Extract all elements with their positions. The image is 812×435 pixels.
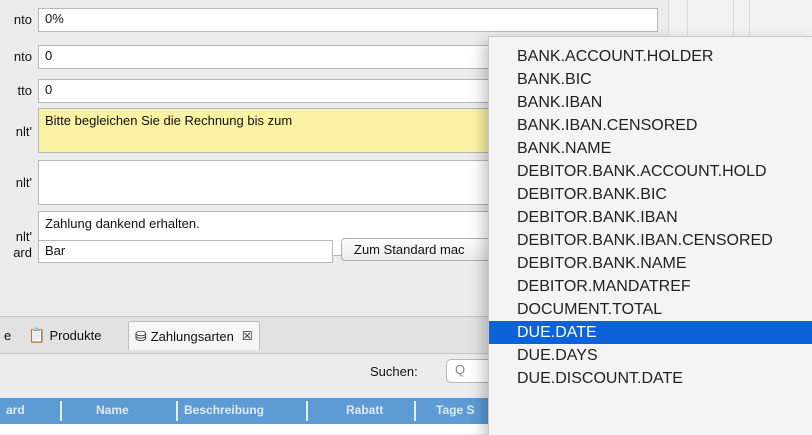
field-label: nlt' [15, 124, 32, 139]
close-icon[interactable]: ☒ [242, 329, 253, 343]
search-label: Suchen: [370, 364, 418, 379]
dropdown-item[interactable]: DEBITOR.BANK.IBAN.CENSORED [489, 229, 812, 252]
dropdown-item[interactable]: DOCUMENT.TOTAL [489, 298, 812, 321]
tab-label: Produkte [49, 327, 102, 343]
dropdown-item[interactable]: DEBITOR.BANK.NAME [489, 252, 812, 275]
column-header[interactable]: Tage S [436, 403, 474, 417]
column-header[interactable]: Rabatt [346, 403, 383, 417]
discount-field[interactable]: 0% [38, 8, 658, 32]
dropdown-item[interactable]: BANK.IBAN [489, 91, 812, 114]
dropdown-item[interactable]: DEBITOR.MANDATREF [489, 275, 812, 298]
field-label: nto [13, 49, 32, 64]
field-label: nlt' [15, 175, 32, 190]
dropdown-item[interactable]: DEBITOR.BANK.BIC [489, 183, 812, 206]
dropdown-item[interactable]: BANK.IBAN.CENSORED [489, 114, 812, 137]
search-icon: Q [455, 362, 466, 377]
dropdown-item[interactable]: BANK.BIC [489, 68, 812, 91]
tab-products[interactable]: 📋 Produkte [28, 323, 101, 347]
placeholder-dropdown[interactable]: BANK.ACCOUNT.HOLDER BANK.BIC BANK.IBAN B… [488, 36, 812, 435]
dropdown-item[interactable]: BANK.ACCOUNT.HOLDER [489, 45, 812, 68]
field-label: nlt' [15, 229, 32, 244]
dropdown-item-selected[interactable]: DUE.DATE [489, 321, 812, 344]
dropdown-item[interactable]: DUE.DAYS [489, 344, 812, 367]
tab-payment-methods[interactable]: ⛁ Zahlungsarten ☒ [128, 321, 260, 350]
coins-icon: ⛁ [135, 327, 147, 344]
column-header[interactable]: Name [96, 403, 129, 417]
dropdown-item[interactable]: DEBITOR.BANK.IBAN [489, 206, 812, 229]
field-label: tto [17, 83, 32, 98]
tab-partial[interactable]: e [4, 323, 11, 347]
tab-label: e [4, 327, 12, 343]
tab-label: Zahlungsarten [150, 328, 234, 344]
dropdown-item[interactable]: DUE.DISCOUNT.DATE [489, 367, 812, 390]
set-default-button[interactable]: Zum Standard mac [341, 238, 511, 261]
field-label: ard [13, 245, 32, 260]
column-header[interactable]: ard [6, 403, 25, 417]
field-label: nto [13, 12, 32, 27]
clipboard-icon: 📋 [28, 326, 46, 343]
dropdown-item[interactable]: BANK.NAME [489, 137, 812, 160]
column-header[interactable]: Beschreibung [184, 403, 264, 417]
default-field[interactable]: Bar [38, 240, 333, 263]
dropdown-item[interactable]: DEBITOR.BANK.ACCOUNT.HOLD [489, 160, 812, 183]
